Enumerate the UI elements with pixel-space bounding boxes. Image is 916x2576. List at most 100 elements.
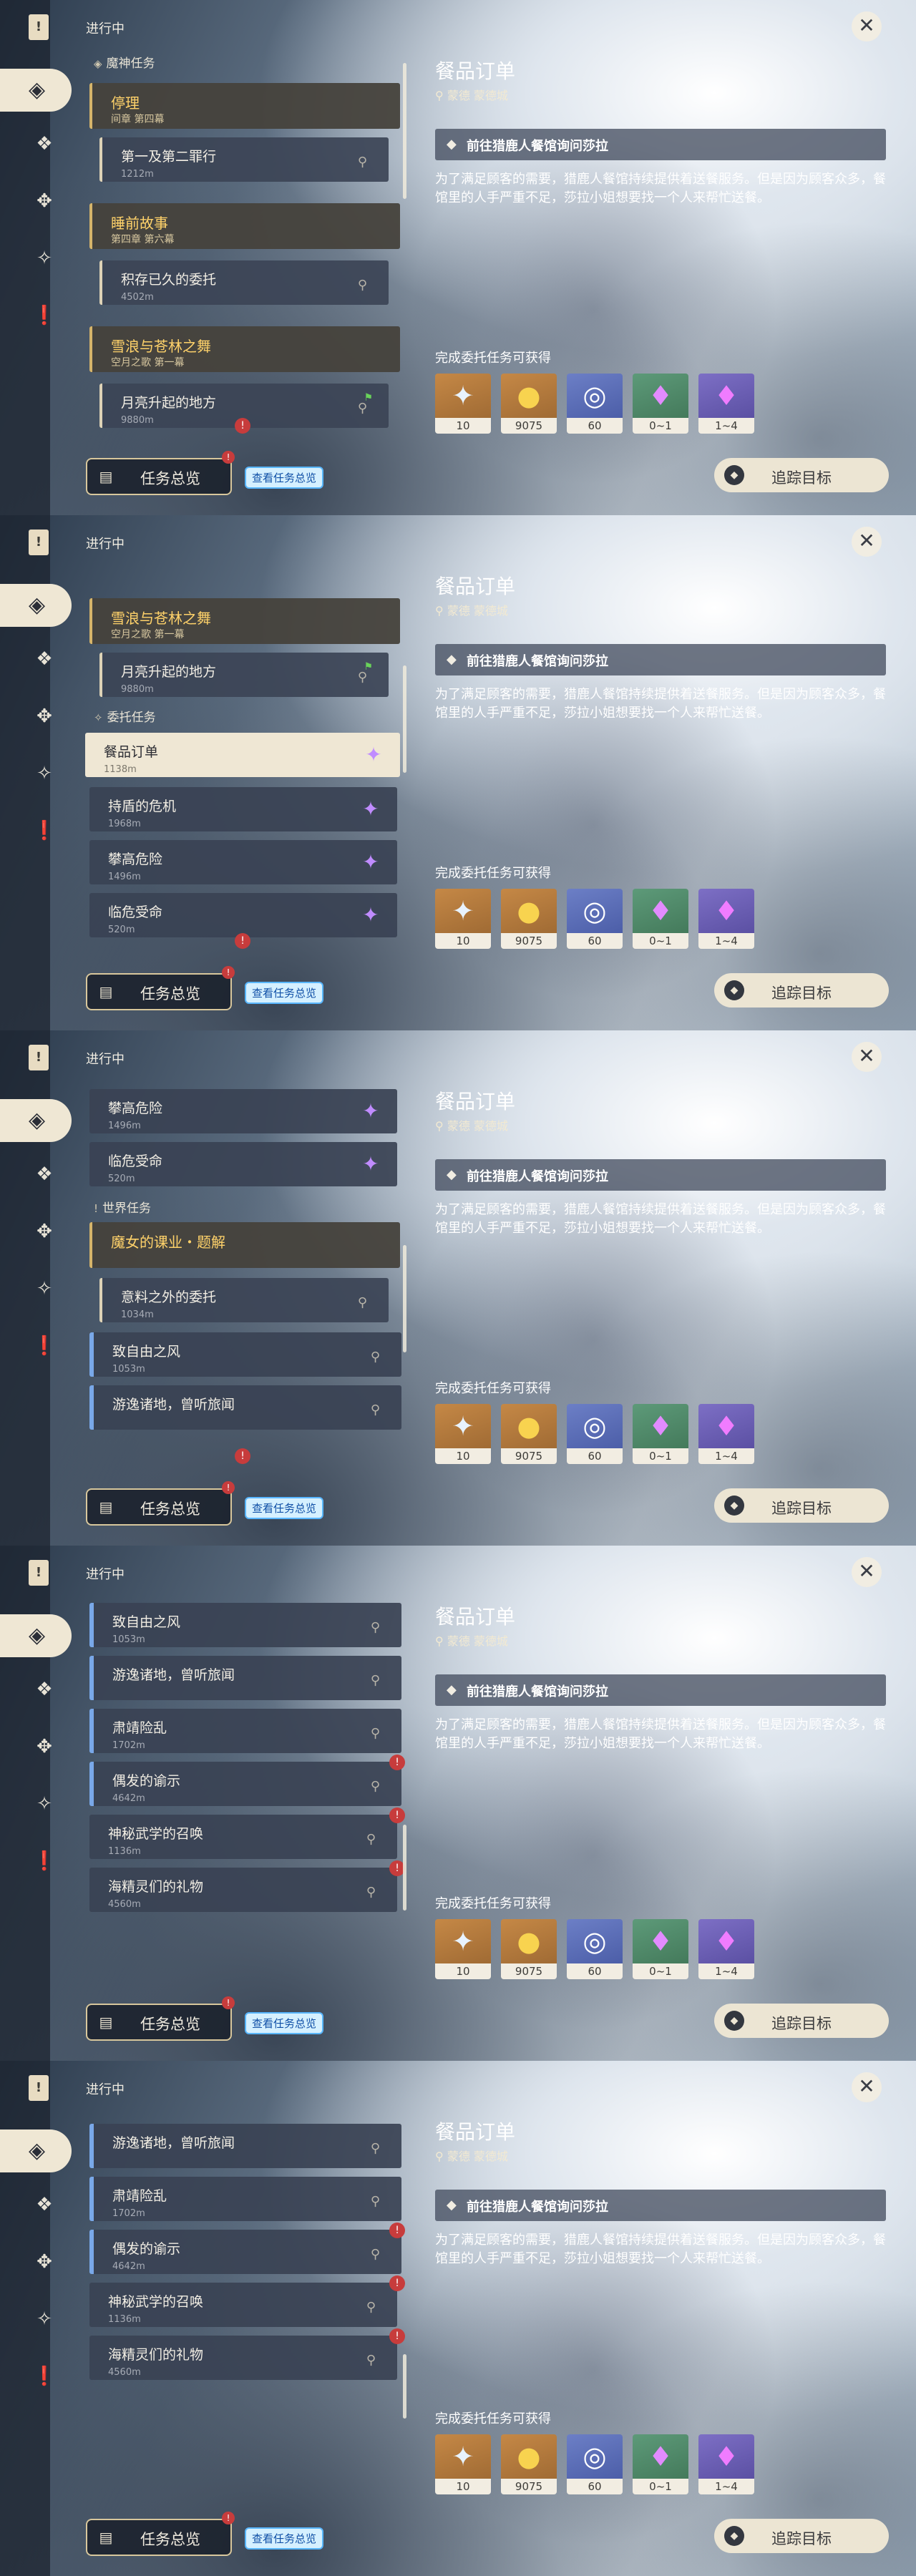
story-quest-icon[interactable]: ✥ xyxy=(31,703,58,730)
sidebar-item-all-quests[interactable]: ◈ xyxy=(0,2129,72,2172)
quest-sujing[interactable]: 肃靖险乱 1702m ⚲ xyxy=(89,2177,401,2221)
crystal-ore-icon[interactable]: ♦ 0~1 xyxy=(633,374,688,434)
quest-old-commission[interactable]: 积存已久的委托 4502m ⚲ xyxy=(99,260,389,305)
crystal-ore-icon[interactable]: ♦ 0~1 xyxy=(633,1404,688,1464)
quest-wander[interactable]: 游逸诸地，曾听旅闻 ⚲ xyxy=(89,2124,401,2168)
bottom-bar: ▤ 任务总览 ! 查看任务总览 xyxy=(86,1481,401,1526)
track-button[interactable]: ◆ 追踪目标 xyxy=(714,2004,889,2038)
quest-shield-danger[interactable]: 持盾的危机 1968m ✦ xyxy=(89,787,397,831)
quest-bedtime-story[interactable]: 睡前故事 第四章 第六幕 xyxy=(89,203,400,249)
quest-sea-spirit[interactable]: 海精灵们的礼物 4560m ⚲ xyxy=(89,1868,397,1912)
crystal-ore-icon[interactable]: ♦ 0~1 xyxy=(633,889,688,949)
track-button[interactable]: ◆ 追踪目标 xyxy=(714,973,889,1008)
track-button[interactable]: ◆ 追踪目标 xyxy=(714,458,889,492)
quest-overview-button[interactable]: ▤ 任务总览 xyxy=(86,1488,232,1526)
companionship-exp-icon[interactable]: ◎ 60 xyxy=(567,374,623,434)
sidebar-item-all-quests[interactable]: ◈ xyxy=(0,1099,72,1142)
quest-climb-danger[interactable]: 攀高危险 1496m ✦ xyxy=(89,1089,397,1133)
ascension-gem-icon[interactable]: ♦ 1~4 xyxy=(698,374,754,434)
bottom-bar: ▤ 任务总览 ! 查看任务总览 xyxy=(86,966,401,1010)
quest-list[interactable]: 致自由之风 1053m ⚲ 游逸诸地，曾听旅闻 ⚲ 肃靖险乱 1702m ⚲ 偶… xyxy=(82,1596,408,1982)
ascension-gem-icon[interactable]: ♦ 1~4 xyxy=(698,1919,754,1979)
track-button[interactable]: ◆ 追踪目标 xyxy=(714,2519,889,2553)
quest-first-second-sin[interactable]: 第一及第二罪行 1212m ⚲ xyxy=(99,137,389,182)
companionship-exp-icon[interactable]: ◎ 60 xyxy=(567,1919,623,1979)
mora-icon[interactable]: ● 9075 xyxy=(501,889,557,949)
mora-icon[interactable]: ● 9075 xyxy=(501,1404,557,1464)
companionship-exp-icon[interactable]: ◎ 60 xyxy=(567,889,623,949)
primogem-icon[interactable]: ✦ 10 xyxy=(435,1404,491,1464)
primogem-icon[interactable]: ✦ 10 xyxy=(435,889,491,949)
quest-climb-danger[interactable]: 攀高危险 1496m ✦ xyxy=(89,840,397,884)
crystal-ore-icon[interactable]: ♦ 0~1 xyxy=(633,1919,688,1979)
mora-icon[interactable]: ● 9075 xyxy=(501,1919,557,1979)
world-quest-icon[interactable]: ❗ xyxy=(31,1848,58,1875)
sidebar-item-all-quests[interactable]: ◈ xyxy=(0,1614,72,1657)
scrollbar[interactable] xyxy=(403,1245,406,1352)
commission-icon[interactable]: ✧ xyxy=(31,245,58,272)
primogem-icon[interactable]: ✦ 10 xyxy=(435,2434,491,2494)
quest-overview-button[interactable]: ▤ 任务总览 xyxy=(86,2519,232,2556)
story-quest-icon[interactable]: ✥ xyxy=(31,187,58,215)
ascension-gem-icon[interactable]: ♦ 1~4 xyxy=(698,1404,754,1464)
quest-wander[interactable]: 游逸诸地，曾听旅闻 ⚲ xyxy=(89,1656,401,1700)
quest-free-wind[interactable]: 致自由之风 1053m ⚲ xyxy=(89,1603,401,1647)
mora-icon[interactable]: ● 9075 xyxy=(501,374,557,434)
commission-icon[interactable]: ✧ xyxy=(31,1790,58,1818)
ascension-gem-icon[interactable]: ♦ 1~4 xyxy=(698,2434,754,2494)
primogem-icon[interactable]: ✦ 10 xyxy=(435,1919,491,1979)
quest-overview-button[interactable]: ▤ 任务总览 xyxy=(86,2004,232,2041)
archon-quest-icon[interactable]: ❖ xyxy=(31,130,58,157)
quest-order-crisis[interactable]: 临危受命 520m ✦ xyxy=(89,893,397,937)
world-quest-icon[interactable]: ❗ xyxy=(31,1332,58,1360)
quest-moon-rise[interactable]: 月亮升起的地方 9880m ⚲ ⚑ xyxy=(99,653,389,697)
scrollbar[interactable] xyxy=(403,2354,406,2419)
scrollbar[interactable] xyxy=(403,1825,406,1911)
world-quest-icon[interactable]: ❗ xyxy=(31,817,58,844)
quest-order-crisis[interactable]: 临危受命 520m ✦ xyxy=(89,1142,397,1186)
quest-martial[interactable]: 神秘武学的召唤 1136m ⚲ xyxy=(89,1815,397,1859)
quest-overview-button[interactable]: ▤ 任务总览 xyxy=(86,458,232,495)
ascension-gem-icon[interactable]: ♦ 1~4 xyxy=(698,889,754,949)
quest-snow-pine[interactable]: 雪浪与苍林之舞 空月之歌 第一幕 xyxy=(89,598,400,644)
world-quest-icon[interactable]: ❗ xyxy=(31,302,58,329)
quest-free-wind[interactable]: 致自由之风 1053m ⚲ xyxy=(89,1332,401,1377)
story-quest-icon[interactable]: ✥ xyxy=(31,1218,58,1245)
archon-quest-icon[interactable]: ❖ xyxy=(31,2191,58,2218)
commission-icon[interactable]: ✧ xyxy=(31,1275,58,1302)
quest-snow-pine[interactable]: 雪浪与苍林之舞 空月之歌 第一幕 xyxy=(89,326,400,372)
world-quest-icon[interactable]: ❗ xyxy=(31,2363,58,2390)
crystal-ore-icon[interactable]: ♦ 0~1 xyxy=(633,2434,688,2494)
companionship-exp-icon[interactable]: ◎ 60 xyxy=(567,2434,623,2494)
archon-quest-icon[interactable]: ❖ xyxy=(31,1161,58,1188)
archon-quest-icon[interactable]: ❖ xyxy=(31,1676,58,1703)
quest-overview-button[interactable]: ▤ 任务总览 xyxy=(86,973,232,1010)
story-quest-icon[interactable]: ✥ xyxy=(31,1733,58,1760)
sidebar-item-all-quests[interactable]: ◈ xyxy=(0,69,72,112)
commission-icon[interactable]: ✧ xyxy=(31,760,58,787)
track-button[interactable]: ◆ 追踪目标 xyxy=(714,1488,889,1523)
companionship-exp-icon[interactable]: ◎ 60 xyxy=(567,1404,623,1464)
quest-wander[interactable]: 游逸诸地，曾听旅闻 ⚲ xyxy=(89,1385,401,1430)
quest-list[interactable]: 攀高危险 1496m ✦ 临危受命 520m ✦ ! 世界任务 魔女的课业・题解 … xyxy=(82,1080,408,1467)
story-quest-icon[interactable]: ✥ xyxy=(31,2248,58,2275)
quest-sujing[interactable]: 肃靖险乱 1702m ⚲ xyxy=(89,1709,401,1753)
archon-quest-icon[interactable]: ❖ xyxy=(31,645,58,673)
quest-tingli[interactable]: 停理 间章 第四幕 xyxy=(89,83,400,129)
scrollbar[interactable] xyxy=(403,665,406,773)
quest-martial[interactable]: 神秘武学的召唤 1136m ⚲ xyxy=(89,2283,397,2327)
mora-icon[interactable]: ● 9075 xyxy=(501,2434,557,2494)
quest-food-order[interactable]: 餐品订单 1138m ✦ xyxy=(85,733,400,777)
quest-witch-lesson[interactable]: 魔女的课业・题解 xyxy=(89,1222,400,1268)
scrollbar[interactable] xyxy=(403,63,406,199)
quest-list[interactable]: ◈ 魔神任务 停理 间章 第四幕 第一及第二罪行 1212m ⚲ 睡前故事 第四章… xyxy=(82,50,408,436)
quest-list[interactable]: 游逸诸地，曾听旅闻 ⚲ 肃靖险乱 1702m ⚲ 偶发的谕示 4642m ⚲ 神… xyxy=(82,2111,408,2497)
quest-sea-spirit[interactable]: 海精灵们的礼物 4560m ⚲ xyxy=(89,2336,397,2380)
quest-unexpected-commission[interactable]: 意料之外的委托 1034m ⚲ xyxy=(99,1278,389,1322)
primogem-icon[interactable]: ✦ 10 xyxy=(435,374,491,434)
quest-list[interactable]: 雪浪与苍林之舞 空月之歌 第一幕 月亮升起的地方 9880m ⚲ ⚑ ✧ 委托任务… xyxy=(82,565,408,952)
sidebar-item-all-quests[interactable]: ◈ xyxy=(0,584,72,627)
quest-oracle[interactable]: 偶发的谕示 4642m ⚲ xyxy=(89,1762,401,1806)
quest-oracle[interactable]: 偶发的谕示 4642m ⚲ xyxy=(89,2230,401,2274)
commission-icon[interactable]: ✧ xyxy=(31,2306,58,2333)
